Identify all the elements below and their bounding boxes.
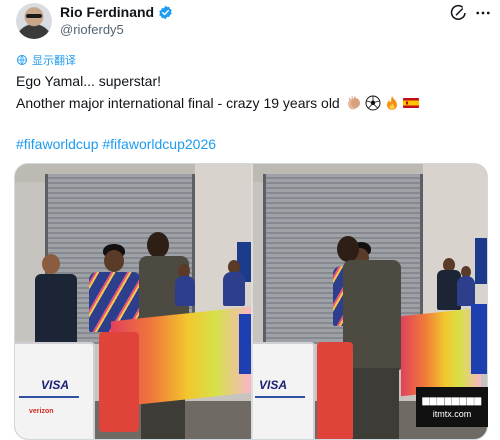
name-row: Rio Ferdinand — [60, 4, 173, 20]
tweet-text-line-2: Another major international final - craz… — [16, 95, 419, 111]
watermark-top: ▆▆▆▆▆▆▆▆ — [422, 395, 482, 405]
spain-flag-icon — [402, 98, 419, 108]
hashtags[interactable]: #fifaworldcup #fifaworldcup2026 — [16, 136, 216, 152]
photo-left[interactable]: VISA verizon — [15, 164, 251, 439]
grok-icon[interactable] — [450, 4, 468, 22]
soccer-ball-icon — [365, 95, 381, 111]
tweet-text-line-1: Ego Yamal... superstar! — [16, 73, 161, 89]
watermark-url: itmtx.com — [432, 409, 472, 419]
show-translation-link[interactable]: 显示翻译 — [16, 52, 76, 68]
verified-badge-icon — [159, 5, 172, 19]
red-barrier — [317, 342, 353, 439]
show-translation-label: 显示翻译 — [32, 55, 76, 67]
blue-sign — [475, 238, 487, 284]
blue-barrier — [471, 304, 487, 374]
sponsor-banner — [401, 307, 481, 397]
globe-icon — [17, 55, 27, 65]
red-barrier — [99, 332, 139, 432]
clapping-hands-icon — [347, 96, 360, 110]
tweet-header: Rio Ferdinand @rioferdy5 — [0, 0, 500, 44]
blue-barrier — [239, 314, 251, 374]
fire-icon — [386, 96, 397, 110]
handle[interactable]: @rioferdy5 — [60, 22, 124, 37]
verizon-logo: verizon — [29, 408, 54, 415]
avatar-glasses — [26, 14, 42, 18]
visa-logo: VISA — [41, 378, 70, 392]
visa-logo: VISA — [259, 378, 288, 392]
tweet-text-line-2-text: Another major international final - craz… — [16, 95, 340, 111]
watermark: ▆▆▆▆▆▆▆▆ itmtx.com — [416, 387, 488, 427]
sponsor-stripe — [255, 396, 305, 398]
sponsor-stripe — [19, 396, 79, 398]
avatar[interactable] — [16, 3, 52, 39]
display-name[interactable]: Rio Ferdinand — [60, 4, 154, 20]
more-icon[interactable] — [474, 4, 492, 22]
